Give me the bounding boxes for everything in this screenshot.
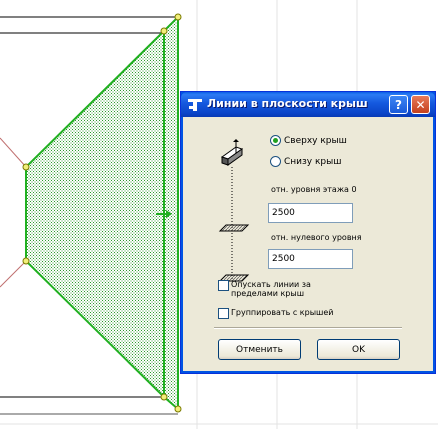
checkbox-group-with-roof[interactable]: Группировать с крышей <box>218 308 333 319</box>
radio-bottom-of-roofs[interactable]: Снизу крыш <box>270 156 341 167</box>
radio-top-indicator[interactable] <box>270 135 281 146</box>
dialog-title: Линии в плоскости крыш <box>207 97 368 110</box>
dialog-body: Сверху крыш Снизу крыш отн. уровня этажа… <box>184 117 432 370</box>
ok-button[interactable]: OK <box>317 339 400 360</box>
checkbox-lower-lines-box[interactable] <box>218 280 229 291</box>
checkbox-lower-lines-label-line1: Опускать линии за <box>231 280 311 289</box>
help-icon: ? <box>395 97 402 112</box>
checkbox-group-box[interactable] <box>218 308 229 319</box>
checkbox-group-label: Группировать с крышей <box>231 308 334 317</box>
roof-lines-dialog: Линии в плоскости крыш ? ✕ Сверху крыш С… <box>180 91 436 374</box>
story-level-field[interactable]: 2500 <box>268 203 353 223</box>
radio-bottom-label: Снизу крыш <box>284 156 342 167</box>
checkbox-lower-lines-label: Опускать линии за пределами крыш <box>231 280 311 298</box>
help-button[interactable]: ? <box>389 95 408 114</box>
dialog-app-icon <box>188 99 202 111</box>
close-button[interactable]: ✕ <box>411 95 430 114</box>
cancel-button[interactable]: Отменить <box>218 339 301 360</box>
roof-section-icon <box>218 139 250 282</box>
zero-level-field[interactable]: 2500 <box>268 249 353 269</box>
zero-level-label: отн. нулевого уровня <box>271 233 362 242</box>
dialog-titlebar[interactable]: Линии в плоскости крыш ? ✕ <box>181 92 435 117</box>
separator <box>214 327 402 329</box>
close-icon: ✕ <box>415 97 426 112</box>
checkbox-lower-lines-label-line2: пределами крыш <box>231 289 305 298</box>
radio-top-of-roofs[interactable]: Сверху крыш <box>270 135 347 146</box>
radio-bottom-indicator[interactable] <box>270 156 281 167</box>
radio-top-label: Сверху крыш <box>284 135 347 146</box>
story-level-label: отн. уровня этажа 0 <box>271 185 357 194</box>
checkbox-lower-lines[interactable]: Опускать линии за пределами крыш <box>218 280 311 298</box>
roof-polygon[interactable] <box>25 14 179 412</box>
